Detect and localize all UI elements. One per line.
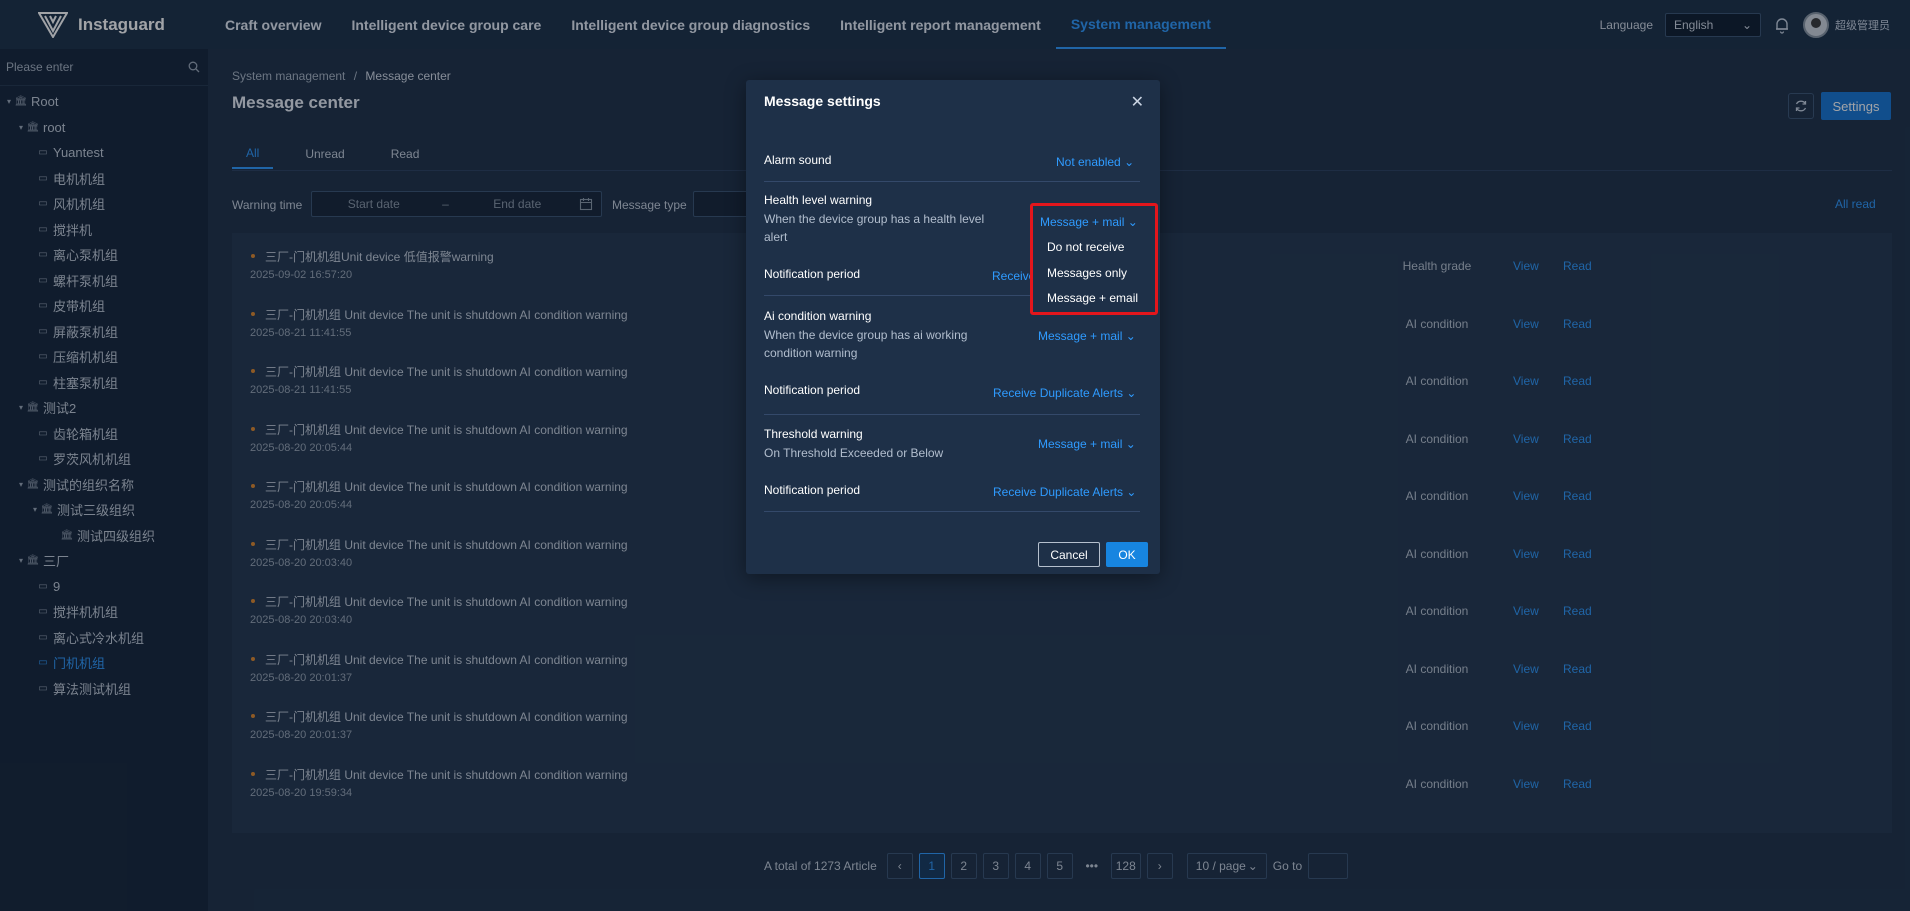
- health-period-row: Notification period: [764, 267, 964, 281]
- threshold-period-select[interactable]: Receive Duplicate Alerts ⌄: [993, 485, 1136, 499]
- health-warning-desc: When the device group has a health level…: [764, 212, 985, 244]
- ai-warning-label: Ai condition warning: [764, 309, 872, 323]
- health-period-select[interactable]: Receive: [992, 269, 1035, 283]
- health-period-label: Notification period: [764, 267, 861, 281]
- chevron-down-icon: ⌄: [1126, 386, 1137, 400]
- alarm-sound-select[interactable]: Not enabled ⌄: [1056, 155, 1134, 169]
- health-warning-dropdown: Message + mail ⌄ Do not receive Messages…: [1030, 203, 1158, 315]
- ai-warning-value: Message + mail: [1038, 329, 1123, 343]
- threshold-warning-label: Threshold warning: [764, 427, 863, 441]
- cancel-button[interactable]: Cancel: [1038, 542, 1100, 567]
- threshold-warning-value: Message + mail: [1038, 437, 1123, 451]
- divider: [764, 414, 1140, 415]
- ai-warning-select[interactable]: Message + mail ⌄: [1038, 329, 1136, 343]
- alarm-sound-value: Not enabled: [1056, 155, 1121, 169]
- ai-period-select[interactable]: Receive Duplicate Alerts ⌄: [993, 386, 1136, 400]
- dropdown-option-do-not-receive[interactable]: Do not receive: [1047, 240, 1124, 254]
- divider: [764, 511, 1140, 512]
- chevron-down-icon: ⌄: [1125, 329, 1136, 343]
- ai-period-value: Receive Duplicate Alerts: [993, 386, 1124, 400]
- chevron-down-icon: ⌄: [1124, 155, 1135, 169]
- chevron-down-icon: ⌄: [1125, 437, 1136, 451]
- ai-warning-row: Ai condition warning When the device gro…: [764, 309, 994, 362]
- dropdown-option-message-email[interactable]: Message + email: [1047, 291, 1138, 305]
- threshold-period-value: Receive Duplicate Alerts: [993, 485, 1124, 499]
- dropdown-option-messages-only[interactable]: Messages only: [1047, 266, 1127, 280]
- message-settings-dialog: Message settings ✕ Alarm sound Not enabl…: [746, 80, 1160, 574]
- divider: [764, 181, 1140, 182]
- chevron-down-icon: ⌄: [1127, 215, 1138, 229]
- dialog-title: Message settings: [764, 93, 881, 109]
- health-warning-label: Health level warning: [764, 193, 873, 207]
- ai-warning-desc: When the device group has ai working con…: [764, 328, 968, 360]
- health-warning-row: Health level warning When the device gro…: [764, 193, 994, 246]
- dropdown-selected-value: Message + mail: [1040, 215, 1125, 229]
- ok-button[interactable]: OK: [1106, 542, 1148, 567]
- close-icon[interactable]: ✕: [1131, 92, 1144, 112]
- health-warning-select[interactable]: Message + mail ⌄: [1040, 215, 1138, 229]
- threshold-warning-row: Threshold warning On Threshold Exceeded …: [764, 427, 994, 462]
- threshold-warning-select[interactable]: Message + mail ⌄: [1038, 437, 1136, 451]
- threshold-warning-desc: On Threshold Exceeded or Below: [764, 446, 944, 460]
- chevron-down-icon: ⌄: [1126, 485, 1137, 499]
